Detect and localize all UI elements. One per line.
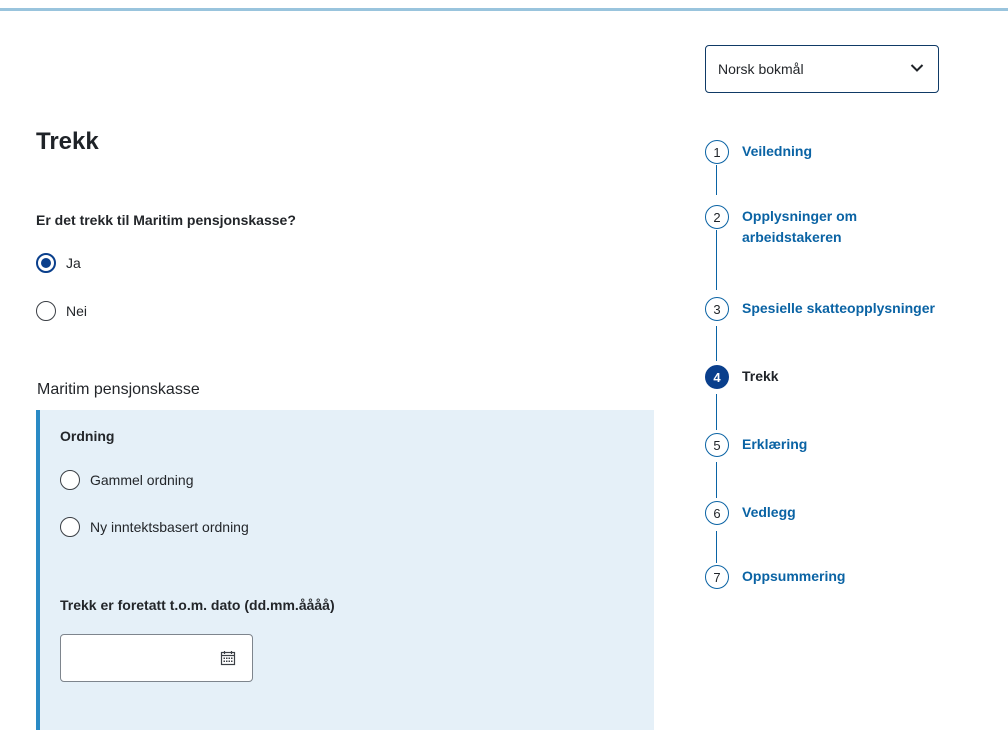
radio-option-label: Ja: [66, 255, 81, 271]
step-connector: [716, 394, 717, 430]
step-connector: [716, 531, 717, 563]
step-number: 2: [705, 205, 729, 229]
language-select-value: Norsk bokmål: [718, 61, 804, 77]
step-label: Vedlegg: [742, 504, 796, 520]
ordning-heading: Ordning: [60, 428, 115, 444]
maritim-pension-panel: Ordning Gammel ordning Ny inntektsbasert…: [36, 410, 654, 730]
radio-option-nei[interactable]: Nei: [36, 301, 87, 321]
radio-button[interactable]: [36, 301, 56, 321]
step-trekk[interactable]: 4 Trekk: [705, 365, 779, 389]
step-connector: [716, 462, 717, 498]
step-number: 7: [705, 565, 729, 589]
step-number: 1: [705, 140, 729, 164]
radio-button[interactable]: [60, 470, 80, 490]
language-select[interactable]: Norsk bokmål: [705, 45, 939, 93]
step-label: Veiledning: [742, 143, 813, 159]
step-number: 5: [705, 433, 729, 457]
step-label: Spesielle skatteopplysninger: [742, 300, 935, 316]
step-number-active: 4: [705, 365, 729, 389]
step-connector: [716, 165, 717, 195]
step-label: Oppsummering: [742, 568, 846, 584]
step-opplysninger-om-arbeidstakeren[interactable]: 2 Opplysninger om arbeidstakeren: [705, 205, 857, 248]
step-number: 6: [705, 501, 729, 525]
date-field-label: Trekk er foretatt t.o.m. dato (dd.mm.ååå…: [60, 597, 335, 613]
radio-button[interactable]: [60, 517, 80, 537]
radio-option-label: Ny inntektsbasert ordning: [90, 519, 249, 535]
step-label: Erklæring: [742, 436, 808, 452]
step-veiledning[interactable]: 1 Veiledning: [705, 140, 812, 164]
radio-option-label: Nei: [66, 303, 88, 319]
radio-button-checked[interactable]: [36, 253, 56, 273]
chevron-down-icon: [910, 64, 924, 72]
step-number: 3: [705, 297, 729, 321]
section-label: Maritim pensjonskasse: [37, 381, 200, 398]
date-input[interactable]: [60, 634, 253, 682]
radio-option-ny-inntektsbasert-ordning[interactable]: Ny inntektsbasert ordning: [60, 517, 249, 537]
step-vedlegg[interactable]: 6 Vedlegg: [705, 501, 796, 525]
radio-option-label: Gammel ordning: [90, 472, 194, 488]
step-erklaering[interactable]: 5 Erklæring: [705, 433, 807, 457]
step-connector: [716, 326, 717, 361]
top-accent-line: [0, 8, 1008, 11]
radio-option-gammel-ordning[interactable]: Gammel ordning: [60, 470, 194, 490]
step-oppsummering[interactable]: 7 Oppsummering: [705, 565, 845, 589]
pension-question-label: Er det trekk til Maritim pensjonskasse?: [36, 212, 296, 228]
radio-option-ja[interactable]: Ja: [36, 253, 81, 273]
calendar-icon[interactable]: [220, 650, 236, 666]
step-label: Trekk: [742, 368, 779, 384]
step-spesielle-skatteopplysninger[interactable]: 3 Spesielle skatteopplysninger: [705, 297, 935, 321]
step-label: Opplysninger om arbeidstakeren: [742, 208, 858, 245]
page-title: Trekk: [36, 128, 99, 155]
